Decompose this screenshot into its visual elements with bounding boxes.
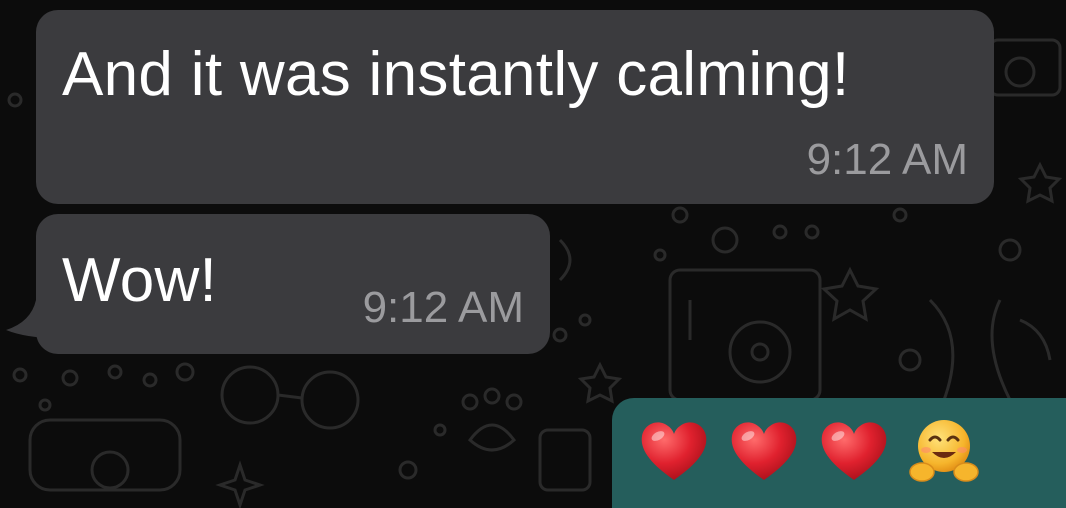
red-heart-icon [731,422,797,480]
hugging-face-icon [909,420,979,482]
emoji-row [638,416,980,488]
message-bubble-incoming[interactable]: And it was instantly calming! 9:12 AM [36,10,994,204]
message-text: And it was instantly calming! [62,40,850,109]
message-timestamp: 9:12 AM [362,283,524,332]
message-timestamp: 9:12 AM [806,135,968,184]
red-heart-icon [821,422,887,480]
message-bubble-outgoing[interactable] [612,398,1066,508]
message-bubble-incoming[interactable]: Wow! 9:12 AM [36,214,550,354]
red-heart-icon [641,422,707,480]
message-text: Wow! [62,246,218,315]
chat-view[interactable]: And it was instantly calming! 9:12 AM Wo… [0,0,1066,508]
